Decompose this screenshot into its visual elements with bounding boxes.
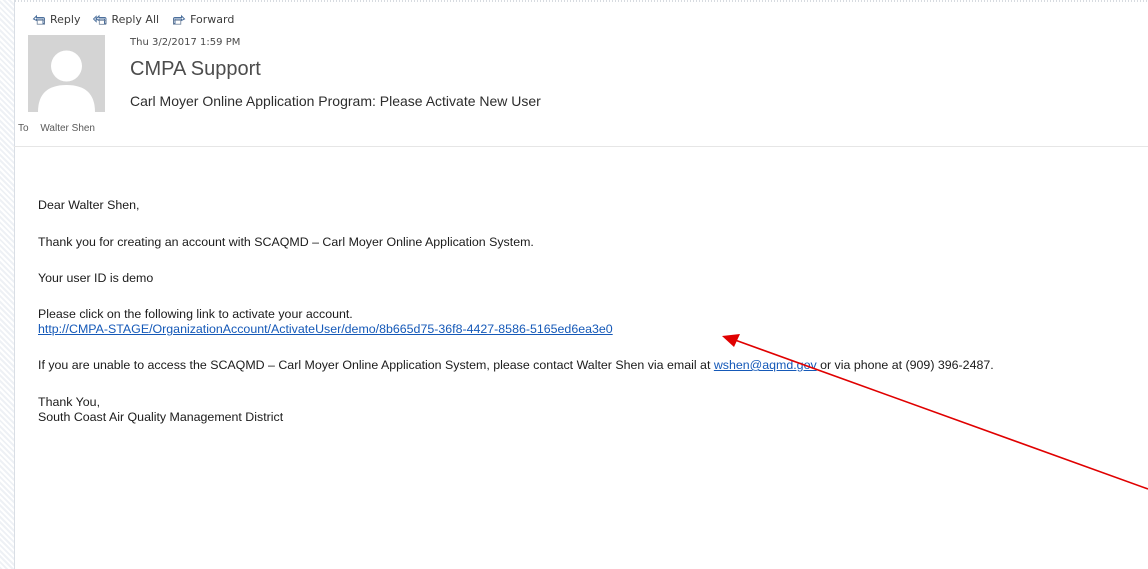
user-id-line: Your user ID is demo [38, 271, 154, 285]
sender-name[interactable]: CMPA Support [130, 58, 261, 81]
contact-suffix: or via phone at (909) 396-2487. [816, 358, 994, 372]
reply-label: Reply [50, 12, 81, 26]
forward-button[interactable]: Forward [172, 12, 234, 26]
thanks-line: Thank you for creating an account with S… [38, 235, 534, 249]
reply-icon [32, 14, 45, 25]
message-subject: Carl Moyer Online Application Program: P… [130, 93, 541, 109]
annotation-arrow [722, 334, 1148, 490]
contact-line: If you are unable to access the SCAQMD –… [38, 358, 994, 373]
organization-name: South Coast Air Quality Management Distr… [38, 410, 284, 424]
recipient-row: To Walter Shen [18, 123, 95, 134]
contact-email-link[interactable]: wshen@aqmd.gov [714, 358, 817, 372]
left-pane-edge [0, 0, 15, 569]
reply-all-icon [93, 14, 107, 25]
contact-prefix: If you are unable to access the SCAQMD –… [38, 358, 714, 372]
to-label: To [18, 123, 29, 134]
reply-all-label: Reply All [111, 12, 160, 26]
reply-button[interactable]: Reply [32, 12, 80, 26]
activation-link[interactable]: http://CMPA-STAGE/OrganizationAccount/Ac… [38, 322, 613, 337]
recipient-name[interactable]: Walter Shen [40, 123, 95, 134]
forward-icon [173, 14, 186, 25]
sender-avatar [28, 35, 105, 112]
forward-label: Forward [190, 12, 235, 26]
top-dotted-border [0, 0, 1148, 2]
greeting: Dear Walter Shen, [38, 198, 140, 212]
header-divider [14, 146, 1148, 147]
message-toolbar: Reply Reply All Forward [32, 10, 234, 28]
signoff: Thank You, [38, 395, 101, 409]
reply-all-button[interactable]: Reply All [93, 12, 159, 26]
person-placeholder-icon [28, 35, 105, 112]
activate-instruction: Please click on the following link to ac… [38, 307, 353, 321]
message-date: Thu 3/2/2017 1:59 PM [130, 37, 241, 48]
